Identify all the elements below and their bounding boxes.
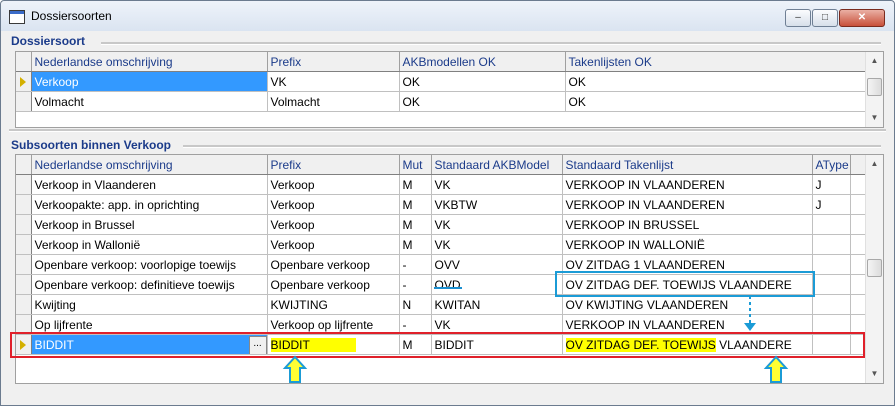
maximize-button[interactable]: □ [812, 9, 838, 27]
down-arrow-icon [744, 323, 756, 331]
window-client-area: Dossiersoort Nederlandse omschrijving Pr… [5, 31, 890, 401]
window-title: Dossiersoorten [31, 9, 112, 23]
minimize-button[interactable]: ‒ [785, 9, 811, 27]
dossiersoorten-window: Dossiersoorten ‒ □ ✕ Dossiersoort Nederl… [0, 0, 895, 406]
up-arrow-icon [282, 355, 308, 383]
up-arrow-icon [763, 355, 789, 383]
annotation-overlay [282, 296, 789, 383]
window-app-icon [9, 10, 25, 24]
title-bar[interactable]: Dossiersoorten ‒ □ ✕ [1, 1, 894, 31]
close-button[interactable]: ✕ [839, 9, 885, 27]
